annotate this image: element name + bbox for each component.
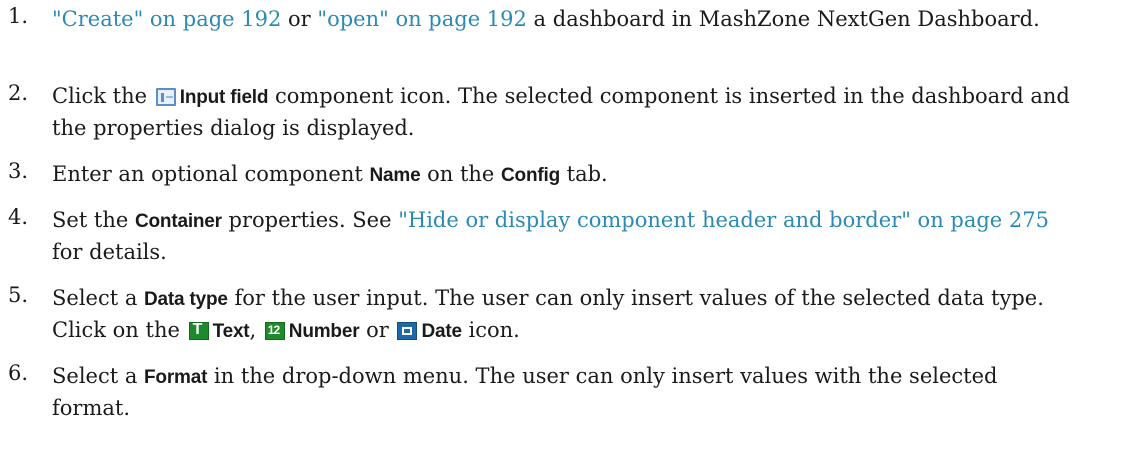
list-item: 4. Set the Container properties. See "Hi… [0, 205, 1139, 279]
text-fragment: or [359, 318, 396, 342]
ui-term-data-type: Data type [144, 289, 228, 310]
date-type-icon [397, 322, 418, 340]
list-item: 6. Select a Format in the drop-down menu… [0, 361, 1139, 435]
ui-term-name: Name [369, 165, 421, 186]
list-item: 5. Select a Data type for the user input… [0, 283, 1139, 357]
step-text: Select a Data type for the user input. T… [52, 283, 1072, 357]
text-fragment: Enter an optional component [52, 162, 370, 186]
text-fragment: , [249, 318, 263, 342]
text-fragment: Select a [52, 364, 145, 388]
open-link[interactable]: "open" on page 192 [317, 7, 526, 31]
text-fragment: Click the [52, 84, 154, 108]
text-fragment: on the [420, 162, 502, 186]
text-fragment: for details. [52, 240, 167, 264]
text-fragment: icon. [461, 318, 520, 342]
step-number: 6. [8, 361, 29, 385]
step-number: 5. [8, 283, 29, 307]
instruction-list: 1. "Create" on page 192 or "open" on pag… [0, 0, 1139, 435]
ui-term-number: Number [288, 321, 360, 342]
text-type-icon [188, 321, 209, 340]
ui-term-container: Container [135, 211, 222, 232]
step-text: Set the Container properties. See "Hide … [52, 205, 1072, 279]
input-field-icon [155, 88, 176, 106]
step-number: 2. [8, 81, 29, 105]
step-text: "Create" on page 192 or "open" on page 1… [52, 4, 1072, 78]
list-item: 3. Enter an optional component Name on t… [0, 159, 1139, 202]
step-number: 3. [8, 159, 29, 183]
text-fragment: Set the [52, 208, 135, 232]
ui-term-input-field: Input field [179, 87, 269, 108]
text-fragment: or [281, 7, 318, 31]
step-number: 1. [8, 4, 29, 28]
list-item: 2. Click the Input field component icon.… [0, 81, 1139, 156]
text-fragment: properties. See [221, 208, 399, 232]
ui-term-format: Format [144, 367, 208, 388]
text-fragment: Select a [52, 286, 145, 310]
number-type-icon [264, 322, 285, 340]
text-fragment: a dashboard in MashZone NextGen Dashboar… [526, 7, 1040, 31]
hide-display-header-link[interactable]: "Hide or display component header and bo… [398, 208, 1049, 232]
create-link[interactable]: "Create" on page 192 [52, 7, 281, 31]
ui-term-config: Config [501, 165, 560, 186]
step-text: Select a Format in the drop-down menu. T… [52, 361, 1072, 435]
step-number: 4. [8, 205, 29, 229]
step-text: Enter an optional component Name on the … [52, 159, 1072, 202]
ui-term-date: Date [421, 321, 462, 342]
list-item: 1. "Create" on page 192 or "open" on pag… [0, 4, 1139, 78]
text-fragment: tab. [559, 162, 608, 186]
step-text: Click the Input field component icon. Th… [52, 81, 1072, 156]
ui-term-text: Text [212, 321, 250, 342]
